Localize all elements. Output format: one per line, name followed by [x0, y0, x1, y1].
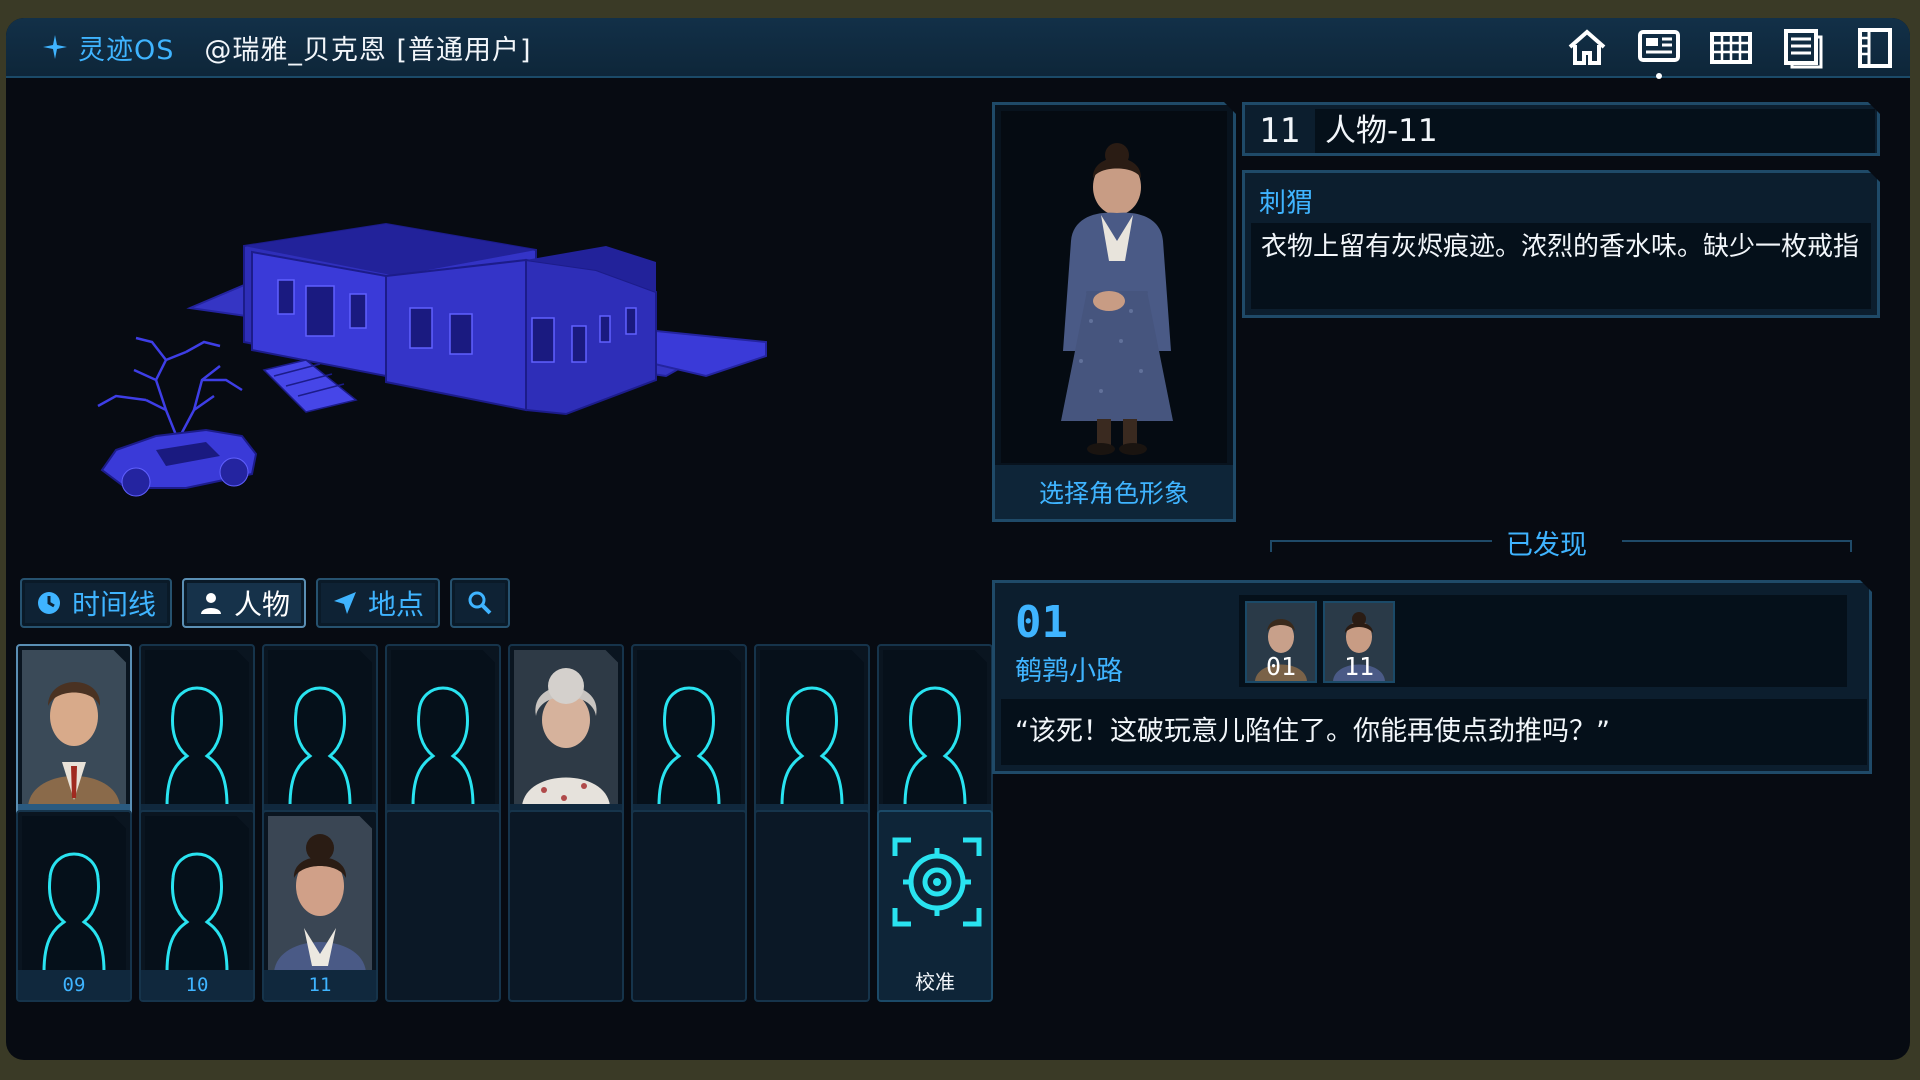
- unknown-silhouette-icon: [637, 650, 741, 806]
- divider-right: [1622, 540, 1852, 552]
- person-icon: [201, 593, 222, 614]
- character-card-08[interactable]: 08: [877, 644, 993, 836]
- clue-location: 鹌鹑小路: [1015, 656, 1123, 687]
- character-card-04[interactable]: 04: [385, 644, 501, 836]
- map-3d-view[interactable]: [6, 80, 986, 560]
- car-model: [100, 428, 258, 497]
- discovered-label: 已发现: [1506, 530, 1587, 561]
- character-trait-box: 刺猬 衣物上留有灰烬痕迹。浓烈的香水味。缺少一枚戒指: [1242, 170, 1880, 318]
- character-number: 11: [264, 970, 376, 1000]
- tab-timeline[interactable]: 时间线: [20, 578, 173, 628]
- character-portrait: [1001, 111, 1227, 463]
- character-number: 10: [141, 970, 253, 1000]
- unknown-silhouette-icon: [760, 650, 864, 806]
- calendar-icon[interactable]: [1706, 23, 1756, 73]
- character-card-empty[interactable]: [508, 810, 624, 1002]
- home-icon[interactable]: [1562, 23, 1612, 73]
- divider-left: [1270, 540, 1492, 552]
- calibrate-button[interactable]: 校准: [877, 810, 993, 1002]
- trait-description: 衣物上留有灰烬痕迹。浓烈的香水味。缺少一枚戒指: [1251, 223, 1871, 309]
- clue-character-number: 01: [1265, 652, 1297, 681]
- target-icon: [889, 834, 985, 930]
- search-icon: [468, 591, 492, 615]
- character-card-empty[interactable]: [754, 810, 870, 1002]
- character-card-07[interactable]: 07: [754, 644, 870, 836]
- notes-icon[interactable]: [1778, 23, 1828, 73]
- tab-label: 人物: [234, 588, 291, 621]
- character-card-09[interactable]: 09: [16, 810, 132, 1002]
- tab-locations[interactable]: 地点: [316, 578, 441, 628]
- character-portrait: [22, 650, 126, 806]
- clue-quote: “该死！这破玩意儿陷住了。你能再使点劲推吗？”: [1001, 699, 1867, 765]
- category-tabs: 时间线 人物 地点: [20, 578, 511, 628]
- character-card-11[interactable]: 11: [262, 810, 378, 1002]
- map-icon[interactable]: [1850, 23, 1900, 73]
- portrait-panel: 选择角色形象: [992, 102, 1236, 522]
- character-card-10[interactable]: 10: [139, 810, 255, 1002]
- tab-characters[interactable]: 人物: [182, 578, 307, 628]
- character-id: 11: [1259, 111, 1300, 151]
- character-card-empty[interactable]: [631, 810, 747, 1002]
- clue-character-11[interactable]: 11: [1323, 601, 1395, 683]
- game-screen: 灵迹OS @瑞雅_贝克恩 [普通用户] 时间线 人物 地点 09 10 11 校…: [6, 18, 1910, 1060]
- clue-header: 01 鹌鹑小路 01 11: [995, 583, 1869, 695]
- top-nav: [1562, 18, 1900, 79]
- user-name: @瑞雅_贝克恩 [普通用户]: [204, 34, 532, 66]
- mansion-model: [97, 222, 767, 497]
- character-card-03[interactable]: 03: [262, 644, 378, 836]
- clue-number: 01: [1015, 597, 1068, 648]
- unknown-silhouette-icon: [145, 650, 249, 806]
- board-icon[interactable]: [1634, 23, 1684, 79]
- character-card-empty[interactable]: [385, 810, 501, 1002]
- clue-character-01[interactable]: 01: [1245, 601, 1317, 683]
- unknown-silhouette-icon: [22, 816, 126, 972]
- character-card-02[interactable]: 02: [139, 644, 255, 836]
- character-card-05[interactable]: 05: [508, 644, 624, 836]
- character-card-06[interactable]: 06: [631, 644, 747, 836]
- clue-characters: 01 11: [1239, 595, 1847, 687]
- tab-label: 时间线: [72, 588, 157, 621]
- clue-card[interactable]: 01 鹌鹑小路 01 11 “该死！这破玩意儿陷住了。你能再使点劲推吗？”: [992, 580, 1872, 774]
- character-portrait: [268, 816, 372, 972]
- top-bar: 灵迹OS @瑞雅_贝克恩 [普通用户]: [6, 18, 1910, 79]
- character-name-box: 11 人物-11: [1242, 102, 1880, 156]
- select-portrait-button[interactable]: 选择角色形象: [995, 465, 1233, 519]
- clock-icon: [38, 592, 60, 614]
- character-card-01[interactable]: 01: [16, 644, 132, 836]
- calibrate-label: 校准: [915, 969, 955, 994]
- unknown-silhouette-icon: [391, 650, 495, 806]
- tab-label: 地点: [368, 588, 425, 621]
- character-name-field[interactable]: 人物-11: [1315, 109, 1875, 153]
- unknown-silhouette-icon: [145, 816, 249, 972]
- os-logo-icon: [43, 35, 67, 59]
- trait-title: 刺猬: [1259, 188, 1313, 219]
- location-arrow-icon: [334, 592, 357, 614]
- os-name: 灵迹OS: [78, 34, 175, 66]
- unknown-silhouette-icon: [883, 650, 987, 806]
- character-number: 09: [18, 970, 130, 1000]
- active-indicator: [1656, 73, 1662, 79]
- clue-character-number: 11: [1343, 652, 1375, 681]
- character-portrait: [514, 650, 618, 806]
- unknown-silhouette-icon: [268, 650, 372, 806]
- search-button[interactable]: [450, 578, 511, 628]
